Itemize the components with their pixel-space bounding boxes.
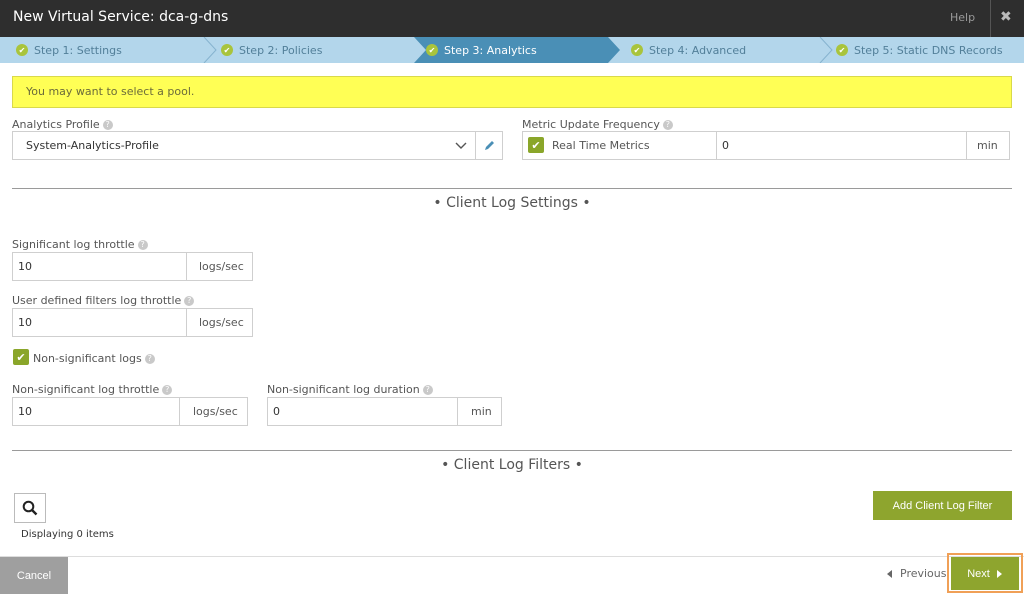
- check-circle-icon: ✔: [836, 44, 848, 56]
- step-1-label: Step 1: Settings: [34, 43, 122, 57]
- check-circle-icon: ✔: [426, 44, 438, 56]
- significant-throttle-group: 10 logs/sec: [12, 252, 253, 281]
- footer-divider: [0, 556, 1024, 557]
- client-log-filters-title: • Client Log Filters •: [441, 457, 583, 473]
- displaying-items-text: Displaying 0 items: [21, 529, 114, 540]
- chevron-down-icon: [455, 142, 467, 149]
- non-significant-throttle-label: Non-significant log throttle: [12, 383, 160, 396]
- cancel-button[interactable]: Cancel: [0, 557, 68, 594]
- non-significant-throttle-unit: logs/sec: [193, 405, 238, 418]
- caret-left-icon: [887, 569, 892, 578]
- modal-title: New Virtual Service: dca-g-dns: [13, 9, 229, 25]
- header-divider: [990, 0, 991, 37]
- user-defined-throttle-label-row: User defined filters log throttle?: [12, 294, 195, 307]
- metric-update-label: Metric Update Frequency: [522, 118, 660, 131]
- client-log-settings-title: • Client Log Settings •: [433, 195, 591, 211]
- non-significant-throttle-input[interactable]: 10: [18, 405, 32, 418]
- client-log-filters-divider: [12, 450, 1012, 451]
- check-circle-icon: ✔: [631, 44, 643, 56]
- question-circle-icon[interactable]: ?: [184, 296, 195, 306]
- metric-update-input[interactable]: 0: [722, 139, 729, 152]
- unit-divider: [186, 309, 187, 336]
- step-5-label: Step 5: Static DNS Records: [854, 43, 1003, 57]
- significant-throttle-unit: logs/sec: [199, 260, 244, 273]
- question-circle-icon[interactable]: ?: [137, 240, 148, 250]
- analytics-profile-label-row: Analytics Profile?: [12, 118, 113, 131]
- user-defined-throttle-input[interactable]: 10: [18, 316, 32, 329]
- tab-step-5[interactable]: ✔ Step 5: Static DNS Records: [836, 37, 1003, 63]
- significant-throttle-label: Significant log throttle: [12, 238, 135, 251]
- add-client-log-filter-button[interactable]: Add Client Log Filter: [873, 491, 1012, 520]
- search-button[interactable]: [14, 493, 46, 523]
- metric-update-label-row: Metric Update Frequency?: [522, 118, 673, 131]
- unit-divider: [457, 398, 458, 425]
- question-circle-icon[interactable]: ?: [144, 354, 155, 364]
- question-circle-icon[interactable]: ?: [662, 120, 673, 130]
- edit-profile-button[interactable]: [475, 131, 503, 160]
- real-time-metrics-label: Real Time Metrics: [552, 139, 650, 152]
- non-significant-throttle-label-row: Non-significant log throttle?: [12, 383, 173, 396]
- tab-step-2[interactable]: ✔ Step 2: Policies: [221, 37, 322, 63]
- non-significant-duration-group: 0 min: [267, 397, 502, 426]
- previous-button[interactable]: Previous: [886, 567, 947, 580]
- metric-update-group: ✔ Real Time Metrics 0 min: [522, 131, 1010, 160]
- user-defined-throttle-group: 10 logs/sec: [12, 308, 253, 337]
- pencil-icon: [485, 141, 494, 150]
- user-defined-throttle-unit: logs/sec: [199, 316, 244, 329]
- step-2-label: Step 2: Policies: [239, 43, 323, 57]
- tab-step-3[interactable]: ✔ Step 3: Analytics: [426, 37, 537, 63]
- help-link[interactable]: Help: [950, 11, 975, 24]
- next-button[interactable]: Next: [951, 557, 1019, 590]
- client-log-settings-divider: [12, 188, 1012, 189]
- non-significant-duration-label-row: Non-significant log duration?: [267, 383, 433, 396]
- previous-label: Previous: [900, 567, 947, 580]
- analytics-profile-label: Analytics Profile: [12, 118, 100, 131]
- question-circle-icon[interactable]: ?: [162, 385, 173, 395]
- question-circle-icon[interactable]: ?: [422, 385, 433, 395]
- metric-unit-divider: [966, 132, 967, 159]
- significant-throttle-label-row: Significant log throttle?: [12, 238, 148, 251]
- non-significant-logs-label-row: Non-significant logs?: [33, 352, 155, 365]
- non-significant-logs-checkbox[interactable]: ✔: [13, 349, 29, 365]
- step-3-label: Step 3: Analytics: [444, 43, 537, 57]
- non-significant-duration-input[interactable]: 0: [273, 405, 280, 418]
- tab-step-1[interactable]: ✔ Step 1: Settings: [16, 37, 122, 63]
- metric-divider: [716, 132, 717, 159]
- caret-right-icon: [996, 569, 1002, 578]
- close-icon[interactable]: ✖: [1000, 9, 1012, 25]
- modal-header: New Virtual Service: dca-g-dns Help ✖: [0, 0, 1024, 37]
- analytics-profile-select[interactable]: System-Analytics-Profile: [12, 131, 476, 160]
- next-label: Next: [967, 567, 990, 580]
- non-significant-throttle-group: 10 logs/sec: [12, 397, 248, 426]
- unit-divider: [186, 253, 187, 280]
- pool-warning-banner: You may want to select a pool.: [12, 76, 1012, 108]
- question-circle-icon[interactable]: ?: [102, 120, 113, 130]
- tab-step-4[interactable]: ✔ Step 4: Advanced: [631, 37, 746, 63]
- non-significant-duration-unit: min: [471, 405, 492, 418]
- non-significant-duration-label: Non-significant log duration: [267, 383, 420, 396]
- check-circle-icon: ✔: [221, 44, 233, 56]
- significant-throttle-input[interactable]: 10: [18, 260, 32, 273]
- real-time-metrics-checkbox[interactable]: ✔: [528, 137, 544, 153]
- metric-update-unit: min: [977, 139, 998, 152]
- search-icon: [22, 500, 38, 516]
- analytics-profile-value: System-Analytics-Profile: [26, 139, 159, 152]
- unit-divider: [179, 398, 180, 425]
- non-significant-logs-label: Non-significant logs: [33, 352, 142, 365]
- step-4-label: Step 4: Advanced: [649, 43, 747, 57]
- user-defined-throttle-label: User defined filters log throttle: [12, 294, 182, 307]
- check-circle-icon: ✔: [16, 44, 28, 56]
